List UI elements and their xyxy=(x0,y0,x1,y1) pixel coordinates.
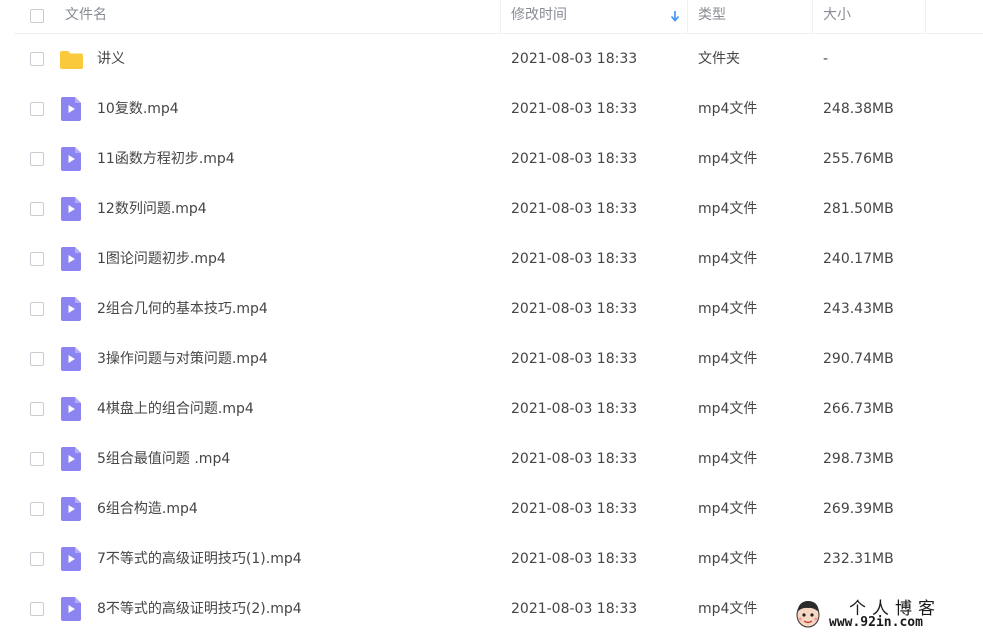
file-size: 290.74MB xyxy=(823,351,894,367)
column-divider xyxy=(812,0,813,33)
video-file-icon xyxy=(61,597,81,621)
file-type: mp4文件 xyxy=(698,551,758,567)
file-name[interactable]: 7不等式的高级证明技巧(1).mp4 xyxy=(97,534,302,584)
file-type: 文件夹 xyxy=(698,51,740,67)
file-size: - xyxy=(823,51,829,67)
row-checkbox[interactable] xyxy=(30,102,44,116)
modified-time: 2021-08-03 18:33 xyxy=(511,551,638,567)
file-type: mp4文件 xyxy=(698,101,758,117)
video-file-icon xyxy=(61,297,81,321)
file-size: 240.17MB xyxy=(823,251,894,267)
modified-time: 2021-08-03 18:33 xyxy=(511,501,638,517)
modified-time: 2021-08-03 18:33 xyxy=(511,401,638,417)
modified-time: 2021-08-03 18:33 xyxy=(511,601,638,617)
file-size: 281.50MB xyxy=(823,201,894,217)
modified-time: 2021-08-03 18:33 xyxy=(511,101,638,117)
folder-icon xyxy=(60,51,83,69)
row-checkbox[interactable] xyxy=(30,602,44,616)
file-name[interactable]: 4棋盘上的组合问题.mp4 xyxy=(97,384,254,434)
table-row[interactable]: 3操作问题与对策问题.mp4 2021-08-03 18:33 mp4文件 290.7… xyxy=(14,334,983,384)
table-row[interactable]: 4棋盘上的组合问题.mp4 2021-08-03 18:33 mp4文件 266.73… xyxy=(14,384,983,434)
video-file-icon xyxy=(61,547,81,571)
table-header: 文件名 修改时间 类型 大小 xyxy=(14,0,983,34)
row-checkbox[interactable] xyxy=(30,52,44,66)
file-type: mp4文件 xyxy=(698,351,758,367)
video-file-icon xyxy=(61,147,81,171)
file-type: mp4文件 xyxy=(698,201,758,217)
row-checkbox[interactable] xyxy=(30,502,44,516)
table-row[interactable]: 1图论问题初步.mp4 2021-08-03 18:33 mp4文件 240.17MB xyxy=(14,234,983,284)
video-file-icon xyxy=(61,497,81,521)
file-name[interactable]: 2组合几何的基本技巧.mp4 xyxy=(97,284,268,334)
row-checkbox[interactable] xyxy=(30,152,44,166)
row-checkbox[interactable] xyxy=(30,202,44,216)
video-file-icon xyxy=(61,447,81,471)
file-size: 298.73MB xyxy=(823,451,894,467)
file-name[interactable]: 11函数方程初步.mp4 xyxy=(97,134,235,184)
column-divider xyxy=(500,0,501,33)
file-name[interactable]: 10复数.mp4 xyxy=(97,84,179,134)
file-name[interactable]: 1图论问题初步.mp4 xyxy=(97,234,226,284)
video-file-icon xyxy=(61,247,81,271)
file-type: mp4文件 xyxy=(698,251,758,267)
file-list-table: 文件名 修改时间 类型 大小 讲义 2021-08-03 18:33 文件夹 - 10复… xyxy=(14,0,983,634)
file-size: 248.38MB xyxy=(823,101,894,117)
select-all-checkbox[interactable] xyxy=(30,9,44,23)
table-row[interactable]: 讲义 2021-08-03 18:33 文件夹 - xyxy=(14,34,983,84)
modified-time: 2021-08-03 18:33 xyxy=(511,201,638,217)
modified-time: 2021-08-03 18:33 xyxy=(511,51,638,67)
table-row[interactable]: 2组合几何的基本技巧.mp4 2021-08-03 18:33 mp4文件 243.4… xyxy=(14,284,983,334)
file-type: mp4文件 xyxy=(698,151,758,167)
file-size: 243.43MB xyxy=(823,301,894,317)
table-row[interactable]: 5组合最值问题 .mp4 2021-08-03 18:33 mp4文件 298.73M… xyxy=(14,434,983,484)
row-checkbox[interactable] xyxy=(30,252,44,266)
cartoon-avatar-icon xyxy=(796,601,820,628)
column-header-modified-time[interactable]: 修改时间 xyxy=(511,0,567,33)
file-size: 232.31MB xyxy=(823,551,894,567)
modified-time: 2021-08-03 18:33 xyxy=(511,301,638,317)
row-checkbox[interactable] xyxy=(30,402,44,416)
modified-time: 2021-08-03 18:33 xyxy=(511,351,638,367)
row-checkbox[interactable] xyxy=(30,552,44,566)
sort-descending-icon[interactable] xyxy=(670,10,680,22)
table-row[interactable]: 7不等式的高级证明技巧(1).mp4 2021-08-03 18:33 mp4文件 2… xyxy=(14,534,983,584)
file-name[interactable]: 5组合最值问题 .mp4 xyxy=(97,434,230,484)
video-file-icon xyxy=(61,197,81,221)
file-type: mp4文件 xyxy=(698,601,758,617)
file-name[interactable]: 讲义 xyxy=(97,34,125,84)
modified-time: 2021-08-03 18:33 xyxy=(511,451,638,467)
file-name[interactable]: 6组合构造.mp4 xyxy=(97,484,198,534)
row-checkbox[interactable] xyxy=(30,352,44,366)
file-size: 266.73MB xyxy=(823,401,894,417)
row-checkbox[interactable] xyxy=(30,452,44,466)
video-file-icon xyxy=(61,397,81,421)
file-rows: 讲义 2021-08-03 18:33 文件夹 - 10复数.mp4 2021-08-03… xyxy=(14,34,983,634)
column-divider xyxy=(925,0,926,33)
modified-time: 2021-08-03 18:33 xyxy=(511,151,638,167)
row-checkbox[interactable] xyxy=(30,302,44,316)
file-type: mp4文件 xyxy=(698,401,758,417)
file-name[interactable]: 8不等式的高级证明技巧(2).mp4 xyxy=(97,584,302,634)
file-type: mp4文件 xyxy=(698,451,758,467)
modified-time: 2021-08-03 18:33 xyxy=(511,251,638,267)
column-header-type[interactable]: 类型 xyxy=(698,0,726,33)
table-row[interactable]: 11函数方程初步.mp4 2021-08-03 18:33 mp4文件 255.76M… xyxy=(14,134,983,184)
table-row[interactable]: 12数列问题.mp4 2021-08-03 18:33 mp4文件 281.50MB xyxy=(14,184,983,234)
file-name[interactable]: 12数列问题.mp4 xyxy=(97,184,207,234)
table-row[interactable]: 6组合构造.mp4 2021-08-03 18:33 mp4文件 269.39MB xyxy=(14,484,983,534)
video-file-icon xyxy=(61,97,81,121)
file-size: 255.76MB xyxy=(823,151,894,167)
file-type: mp4文件 xyxy=(698,501,758,517)
file-size: 269.39MB xyxy=(823,501,894,517)
column-divider xyxy=(687,0,688,33)
table-row[interactable]: 10复数.mp4 2021-08-03 18:33 mp4文件 248.38MB xyxy=(14,84,983,134)
file-name[interactable]: 3操作问题与对策问题.mp4 xyxy=(97,334,268,384)
column-header-name[interactable]: 文件名 xyxy=(65,0,107,33)
file-type: mp4文件 xyxy=(698,301,758,317)
watermark: 个人博客 www.92in.com xyxy=(789,596,979,634)
column-header-size[interactable]: 大小 xyxy=(823,0,851,33)
video-file-icon xyxy=(61,347,81,371)
watermark-url: www.92in.com xyxy=(829,615,923,630)
